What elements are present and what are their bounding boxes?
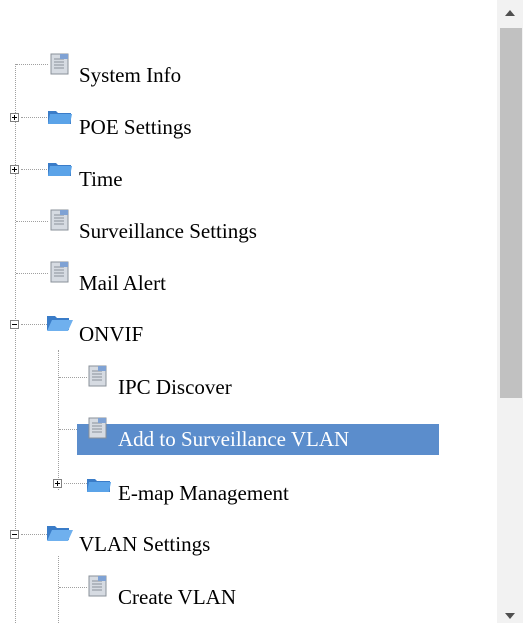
folder-icon xyxy=(48,163,72,176)
folder-icon xyxy=(87,479,111,492)
folder-open-icon xyxy=(47,526,73,541)
scrollbar-thumb[interactable] xyxy=(500,28,522,398)
tree-item-label: ONVIF xyxy=(79,322,144,346)
folder-icon xyxy=(48,111,72,124)
scroll-up-arrow-icon[interactable] xyxy=(505,10,515,16)
document-icon xyxy=(50,209,69,231)
tree-item-label: Add to Surveillance VLAN xyxy=(118,427,350,451)
tree-item-label: Surveillance Settings xyxy=(79,219,257,243)
tree-item-surveillance-settings[interactable]: Surveillance Settings xyxy=(0,209,330,246)
tree-item-label: POE Settings xyxy=(79,115,192,139)
tree-item-ipc-discover[interactable]: IPC Discover xyxy=(0,365,300,402)
document-icon xyxy=(50,261,69,283)
folder-open-icon xyxy=(47,316,73,331)
document-icon xyxy=(88,575,107,597)
tree-item-system-info[interactable]: System Info xyxy=(0,53,300,90)
tree-item-label: System Info xyxy=(79,63,182,87)
vertical-scrollbar[interactable] xyxy=(495,0,525,623)
tree-item-poe-settings[interactable]: POE Settings xyxy=(0,111,300,142)
tree-item-onvif[interactable]: ONVIF xyxy=(0,316,300,349)
navigation-tree: System Info POE Settings Time Surveillan… xyxy=(0,0,495,623)
document-icon xyxy=(88,417,107,439)
plus-box-icon[interactable] xyxy=(10,165,19,174)
document-icon xyxy=(50,53,69,75)
plus-box-icon[interactable] xyxy=(53,479,62,488)
tree-item-label: E-map Management xyxy=(118,481,289,505)
tree-guide-line xyxy=(58,350,59,490)
tree-item-create-vlan[interactable]: Create VLAN xyxy=(0,575,300,612)
tree-item-add-to-surveillance-vlan[interactable]: Add to Surveillance VLAN xyxy=(0,417,450,455)
tree-item-mail-alert[interactable]: Mail Alert xyxy=(0,261,300,298)
tree-item-vlan-settings[interactable]: VLAN Settings xyxy=(0,526,300,559)
tree-item-time[interactable]: Time xyxy=(0,163,300,194)
tree-item-label: Mail Alert xyxy=(79,271,166,295)
tree-item-label: IPC Discover xyxy=(118,375,232,399)
minus-box-icon[interactable] xyxy=(10,530,19,539)
scrollbar-track[interactable] xyxy=(497,0,523,623)
tree-item-label: Create VLAN xyxy=(118,585,236,609)
document-icon xyxy=(88,365,107,387)
plus-box-icon[interactable] xyxy=(10,113,19,122)
tree-item-label: VLAN Settings xyxy=(79,532,211,556)
tree-item-label: Time xyxy=(79,167,123,191)
scroll-down-arrow-icon[interactable] xyxy=(505,613,515,619)
minus-box-icon[interactable] xyxy=(10,320,19,329)
tree-item-e-map-management[interactable]: E-map Management xyxy=(0,478,360,508)
